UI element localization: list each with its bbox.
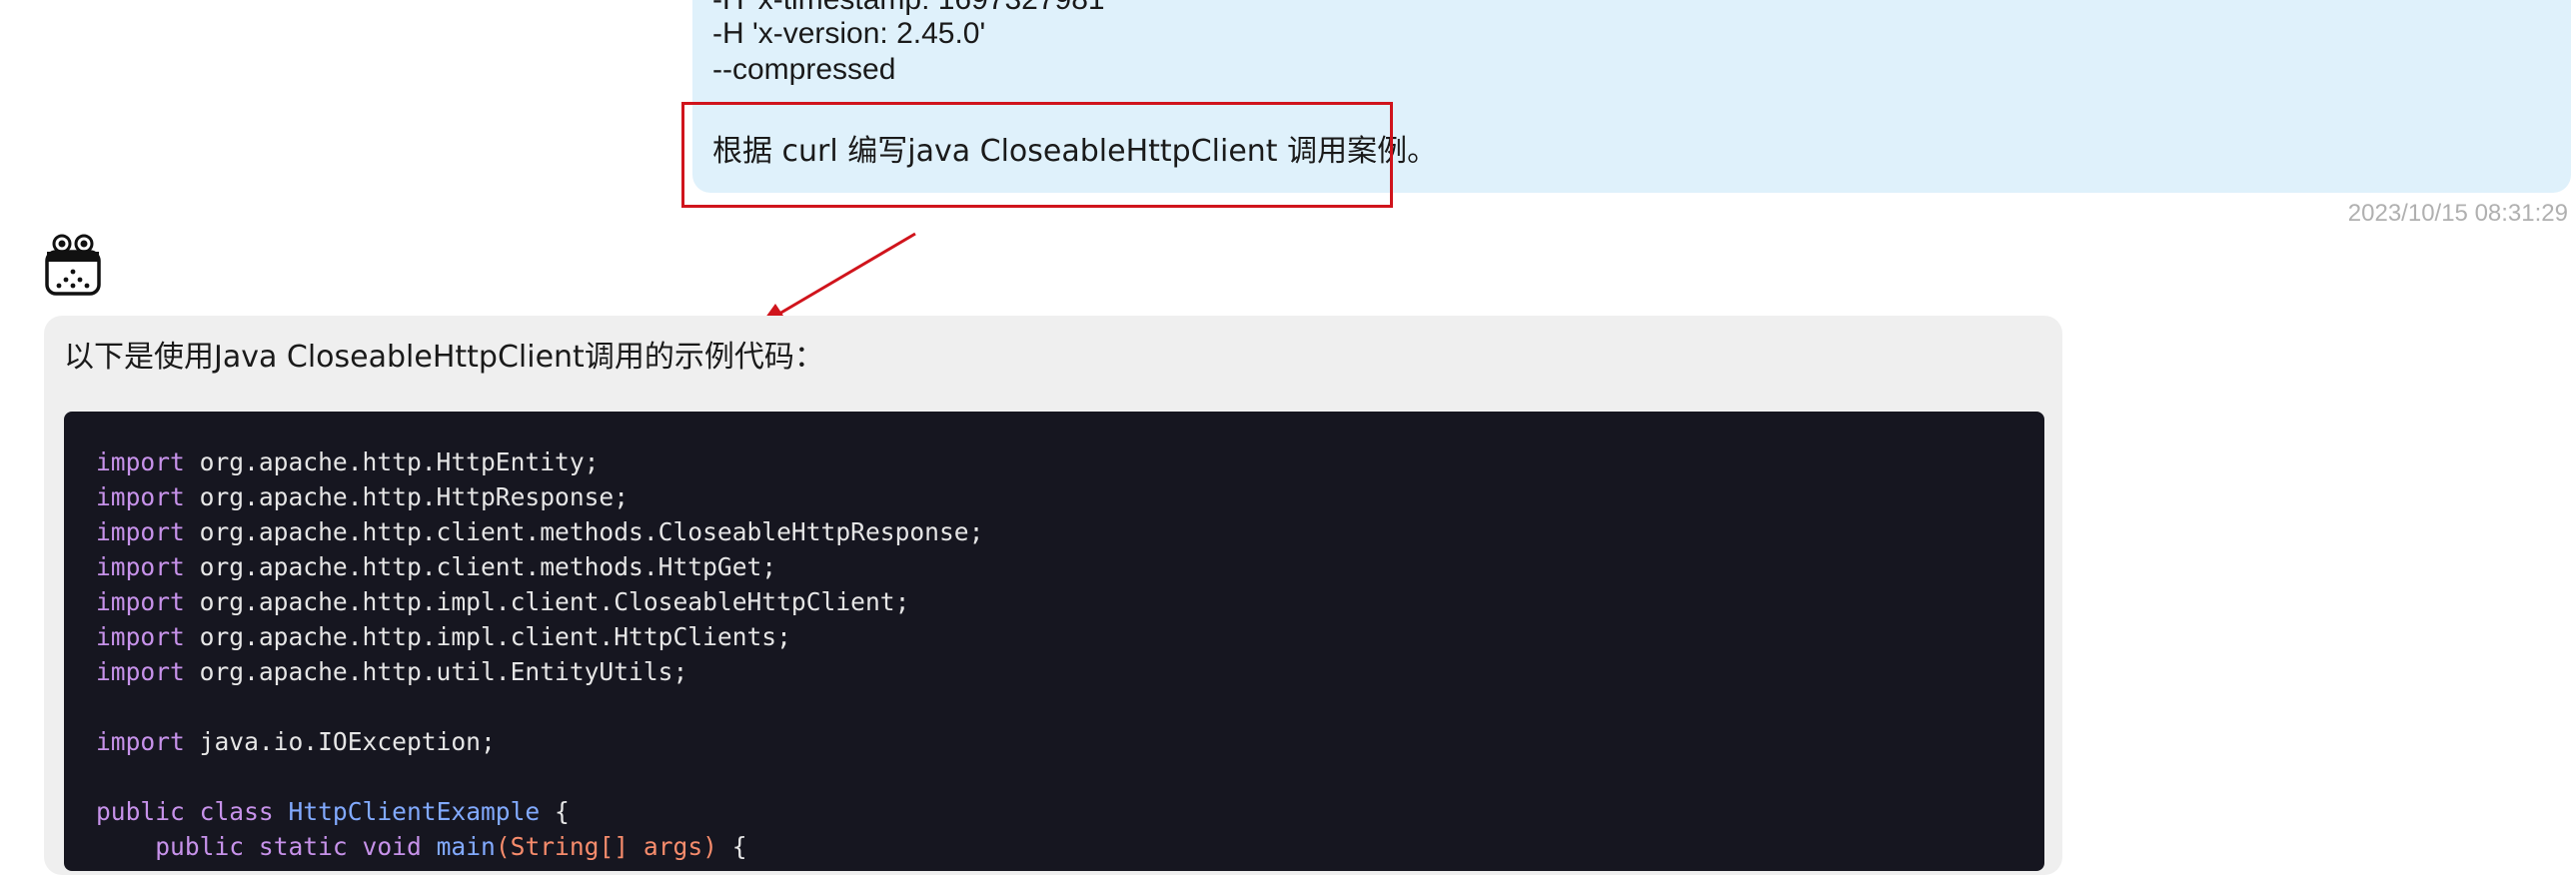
- robot-face-icon: [45, 234, 101, 296]
- code-line: import org.apache.http.HttpResponse;: [96, 482, 630, 511]
- code-line: import org.apache.http.util.EntityUtils;: [96, 657, 688, 686]
- code-line: import org.apache.http.HttpEntity;: [96, 447, 600, 476]
- code-line: public class HttpClientExample {: [96, 797, 570, 826]
- assistant-intro-text: 以下是使用Java CloseableHttpClient调用的示例代码：: [64, 340, 824, 375]
- code-line: import org.apache.http.impl.client.HttpC…: [96, 622, 791, 651]
- code-line: public static void main(String[] args) {: [155, 832, 747, 861]
- code-content: import org.apache.http.HttpEntity; impor…: [96, 444, 983, 864]
- code-line: import org.apache.http.impl.client.Close…: [96, 587, 910, 616]
- code-line: import org.apache.http.client.methods.Cl…: [96, 517, 984, 546]
- code-line: import org.apache.http.client.methods.Ht…: [96, 552, 777, 581]
- code-line: import java.io.IOException;: [96, 727, 496, 756]
